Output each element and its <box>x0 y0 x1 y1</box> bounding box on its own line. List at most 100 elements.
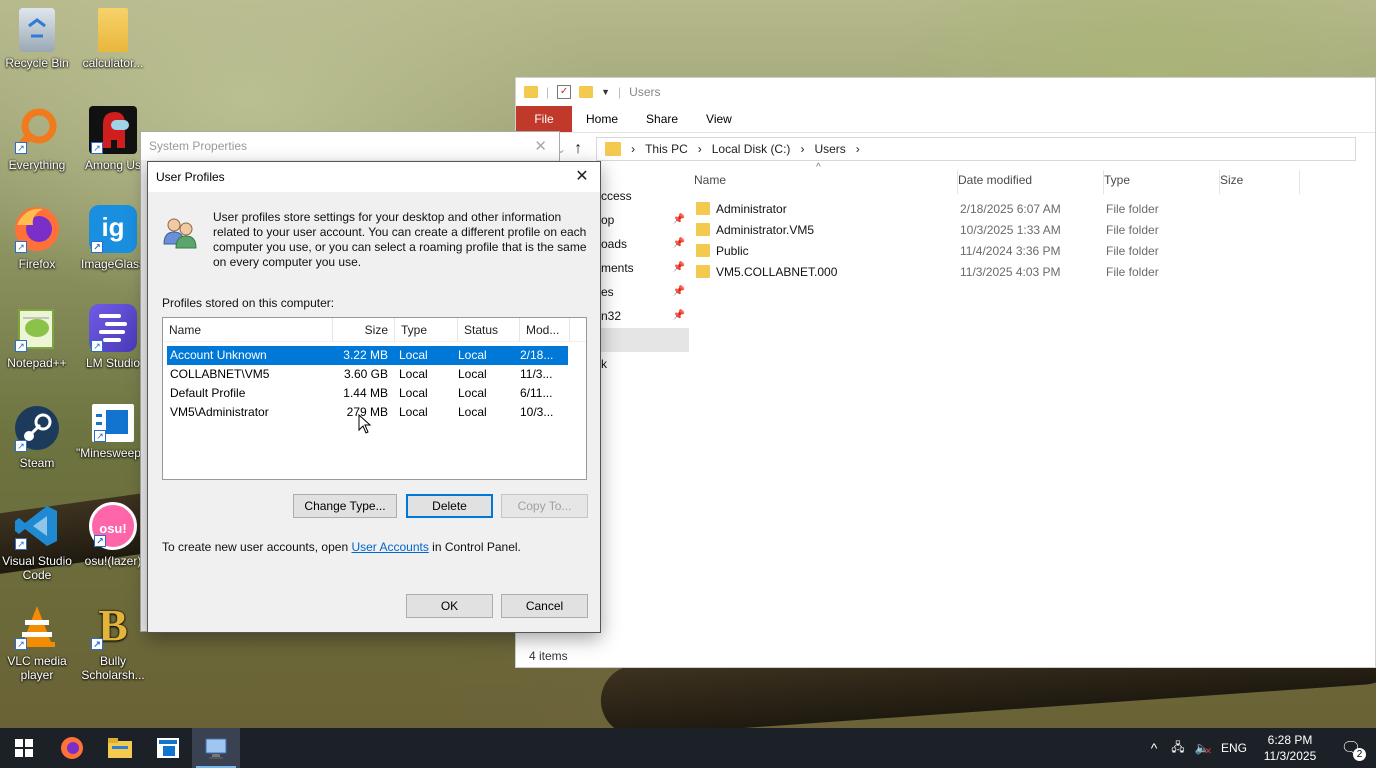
desktop-icon-label: VLC media player <box>7 654 67 682</box>
desktop-icon-imageglass[interactable]: ig ↗ ImageGlass <box>76 205 150 271</box>
desktop-icon-calculator-folder[interactable]: calculator... <box>76 8 150 70</box>
new-folder-icon[interactable] <box>579 86 594 98</box>
delete-button[interactable]: Delete <box>406 494 493 518</box>
mouse-cursor-icon <box>358 414 372 434</box>
chevron-right-icon[interactable]: › <box>698 142 702 156</box>
file-type: File folder <box>1106 264 1159 279</box>
file-row[interactable]: Administrator 2/18/2025 6:07 AM File fol… <box>696 198 1216 219</box>
computer-icon <box>205 738 227 759</box>
tab-home[interactable]: Home <box>572 106 632 132</box>
breadcrumb-local-disk[interactable]: Local Disk (C:) <box>712 142 791 156</box>
profile-modified: 2/18... <box>520 348 554 362</box>
properties-icon[interactable]: ✓ <box>557 85 572 99</box>
profile-size: 1.44 MB <box>343 386 388 400</box>
dialog-titlebar[interactable]: User Profiles ✕ <box>148 162 600 192</box>
language-indicator[interactable]: ENG <box>1214 741 1254 755</box>
nav-item[interactable]: k <box>601 352 689 376</box>
file-explorer-icon <box>108 738 132 758</box>
desktop-icon-among-us[interactable]: ↗ Among Us <box>76 106 150 172</box>
column-name[interactable]: Name <box>163 318 333 341</box>
footnote-text: To create new user accounts, open <box>162 540 352 554</box>
nav-item[interactable]: es 📌 <box>601 280 689 304</box>
customize-toolbar-icon[interactable]: ▼ <box>601 87 610 97</box>
breadcrumb-this-pc[interactable]: This PC <box>645 142 688 156</box>
chevron-right-icon[interactable]: › <box>800 142 804 156</box>
desktop-icon-label: Steam <box>19 456 55 470</box>
nav-item-selected[interactable] <box>601 328 689 352</box>
desktop-icon-osu[interactable]: osu! ↗ osu!(lazer) <box>76 502 150 568</box>
pin-icon: 📌 <box>672 286 685 297</box>
nav-item[interactable]: oads 📌 <box>601 232 689 256</box>
nav-item[interactable]: ccess <box>601 184 689 208</box>
desktop-icon-steam[interactable]: ↗ Steam <box>0 404 74 470</box>
desktop-icon-label: ImageGlass <box>80 257 146 271</box>
file-date: 2/18/2025 6:07 AM <box>960 201 1061 216</box>
dialog-title: User Profiles <box>156 170 225 184</box>
column-type[interactable]: Type <box>395 318 458 341</box>
tab-share[interactable]: Share <box>632 106 692 132</box>
profile-row[interactable]: COLLABNET\VM5 3.60 GB Local Local 11/3..… <box>167 365 568 384</box>
firefox-icon: ↗ <box>13 205 61 253</box>
column-type[interactable]: Type <box>1104 170 1220 194</box>
taskbar-system-properties[interactable] <box>192 728 240 768</box>
desktop-icon-vscode[interactable]: ↗ Visual Studio Code <box>0 502 74 582</box>
column-status[interactable]: Status <box>458 318 520 341</box>
folder-icon <box>696 223 710 236</box>
profile-row[interactable]: Default Profile 1.44 MB Local Local 6/11… <box>167 384 568 403</box>
profile-row-selected[interactable]: Account Unknown 3.22 MB Local Local 2/18… <box>167 346 568 365</box>
user-profiles-dialog[interactable]: User Profiles ✕ User profiles store sett… <box>147 161 601 633</box>
volume-muted-icon[interactable]: 🔈 ✕ <box>1190 741 1214 756</box>
tab-file[interactable]: File <box>516 106 572 132</box>
cancel-button[interactable]: Cancel <box>501 594 588 618</box>
desktop-icon-recycle-bin[interactable]: Recycle Bin <box>0 8 74 70</box>
taskbar-file-explorer[interactable] <box>96 728 144 768</box>
breadcrumb[interactable]: › This PC › Local Disk (C:) › Users › <box>596 136 1357 161</box>
file-explorer-window[interactable]: | ✓ ▼ | Users File Home Share View ⌄ ↑ ›… <box>515 77 1376 668</box>
explorer-titlebar[interactable]: | ✓ ▼ | Users <box>516 78 1375 106</box>
lm-studio-icon: ↗ <box>89 304 137 352</box>
file-row[interactable]: Administrator.VM5 10/3/2025 1:33 AM File… <box>696 219 1216 240</box>
change-type-button[interactable]: Change Type... <box>293 494 397 518</box>
system-tray: ^ 🖧 🔈 ✕ ENG 6:28 PM 11/3/2025 🗨 2 <box>1142 728 1376 768</box>
desktop-icon-vlc[interactable]: ↗ VLC media player <box>0 602 74 682</box>
vlc-icon: ↗ <box>13 602 61 650</box>
desktop-icon-everything[interactable]: ↗ Everything <box>0 106 74 172</box>
notification-center-icon[interactable]: 🗨 2 <box>1326 738 1376 761</box>
column-date-modified[interactable]: Date modified <box>958 170 1104 194</box>
file-row[interactable]: VM5.COLLABNET.000 11/3/2025 4:03 PM File… <box>696 261 1216 282</box>
file-type: File folder <box>1106 201 1159 216</box>
recycle-bin-icon <box>19 8 55 52</box>
close-icon[interactable]: ✕ <box>534 137 547 155</box>
nav-item[interactable]: ments 📌 <box>601 256 689 280</box>
file-row[interactable]: Public 11/4/2024 3:36 PM File folder <box>696 240 1216 261</box>
tab-view[interactable]: View <box>692 106 746 132</box>
desktop-icon-label: Everything <box>8 158 66 172</box>
taskbar: ^ 🖧 🔈 ✕ ENG 6:28 PM 11/3/2025 🗨 2 <box>0 728 1376 768</box>
taskbar-app[interactable] <box>144 728 192 768</box>
taskbar-firefox[interactable] <box>48 728 96 768</box>
folder-icon <box>696 202 710 215</box>
desktop-icon-bully[interactable]: B ↗ Bully Scholarsh... <box>76 602 150 683</box>
chevron-right-icon[interactable]: › <box>856 142 860 156</box>
column-modified[interactable]: Mod... <box>520 318 570 341</box>
desktop-icon-notepadpp[interactable]: ↗ Notepad++ <box>0 304 74 370</box>
ok-button[interactable]: OK <box>406 594 493 618</box>
nav-item[interactable]: op 📌 <box>601 208 689 232</box>
profiles-list[interactable]: Name Size Type Status Mod... Account Unk… <box>162 317 587 480</box>
copy-to-button[interactable]: Copy To... <box>501 494 588 518</box>
network-icon[interactable]: 🖧 <box>1166 738 1190 759</box>
column-name[interactable]: Name ^ <box>694 162 958 194</box>
desktop-icon-minesweeper[interactable]: ↗ "Minesweeper <box>76 404 152 460</box>
breadcrumb-users[interactable]: Users <box>814 142 845 156</box>
up-arrow-icon[interactable]: ↑ <box>574 140 582 158</box>
chevron-up-icon[interactable]: ^ <box>1142 740 1166 756</box>
close-icon[interactable]: ✕ <box>572 167 592 187</box>
desktop-icon-lm-studio[interactable]: ↗ LM Studio <box>76 304 150 370</box>
column-size[interactable]: Size <box>333 318 395 341</box>
column-size[interactable]: Size <box>1220 170 1300 194</box>
user-accounts-link[interactable]: User Accounts <box>351 540 428 554</box>
start-button[interactable] <box>0 728 48 768</box>
nav-item[interactable]: n32 📌 <box>601 304 689 328</box>
desktop-icon-firefox[interactable]: ↗ Firefox <box>0 205 74 271</box>
clock[interactable]: 6:28 PM 11/3/2025 <box>1254 732 1326 764</box>
